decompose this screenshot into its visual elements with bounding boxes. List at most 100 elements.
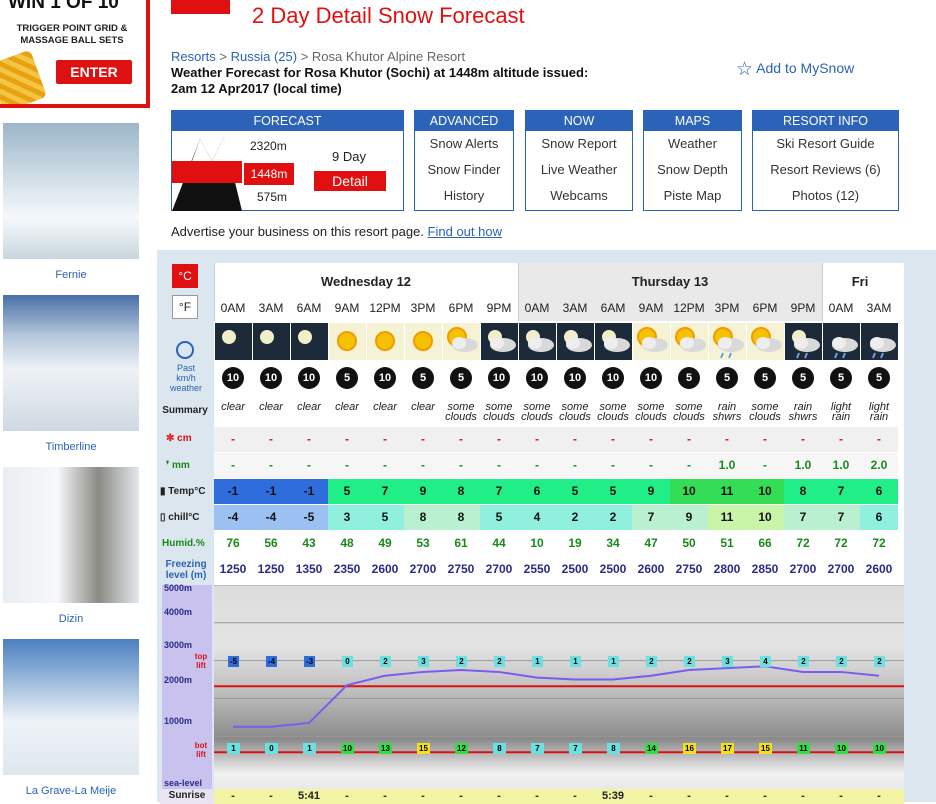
breadcrumb: Resorts > Russia (25) > Rosa Khutor Alpi… [171, 49, 466, 64]
elev-mid[interactable]: 1448m [244, 163, 294, 185]
chill-cell: -4 [252, 505, 290, 530]
time-label: 6PM [448, 301, 474, 315]
chill-cell: 7 [784, 505, 822, 530]
chill-cell: 7 [632, 505, 670, 530]
rain-cell: 1.0 [822, 453, 860, 478]
time-label: 9PM [486, 301, 512, 315]
resort-thumbnail-dizin[interactable] [3, 467, 139, 603]
time-label: 3AM [562, 301, 588, 315]
chill-unit-label: chill°C [168, 512, 200, 523]
nine-day-link[interactable]: 9 Day [332, 149, 366, 164]
resort-thumbnail-fernie[interactable] [3, 123, 139, 259]
snow-depth-link[interactable]: Snow Depth [644, 157, 741, 183]
temp-cell: 6 [860, 479, 898, 504]
time-label: 9AM [334, 301, 360, 315]
live-weather-link[interactable]: Live Weather [526, 157, 632, 183]
sunrise-cell: - [725, 790, 729, 802]
time-label: 0AM [828, 301, 854, 315]
piste-map-link[interactable]: Piste Map [644, 183, 741, 209]
resort-link-timberline[interactable]: Timberline [0, 441, 142, 453]
breadcrumb-resorts[interactable]: Resorts [171, 49, 216, 64]
photos-link[interactable]: Photos (12) [753, 183, 898, 209]
rain-cell: - [404, 453, 442, 478]
humid-cell: 61 [454, 536, 468, 550]
temp-cell: 7 [366, 479, 404, 504]
resort-link-fernie[interactable]: Fernie [0, 269, 142, 281]
snow-cell: - [708, 427, 746, 452]
rain-icon [861, 323, 898, 360]
suncloud-icon [671, 323, 708, 360]
bot-lift-temp: 8 [493, 743, 506, 754]
nav-forecast-header: FORECAST [172, 111, 403, 131]
chill-cell: 9 [670, 505, 708, 530]
wind-arrow-icon: 5 [412, 367, 434, 389]
temp-cell: 11 [708, 479, 746, 504]
clock-icon[interactable] [176, 341, 194, 359]
sunrise-cell: - [231, 790, 235, 802]
elev-bottom[interactable]: 575m [257, 190, 287, 204]
add-to-mysnow-link[interactable]: ☆ Add to MySnow [736, 58, 854, 81]
sunrise-cell: - [687, 790, 691, 802]
bot-lift-temp: 8 [607, 743, 620, 754]
wind-arrow-icon: 10 [526, 367, 548, 389]
snow-finder-link[interactable]: Snow Finder [415, 157, 513, 183]
time-label: 3PM [410, 301, 436, 315]
bot-lift-temp: 12 [455, 743, 468, 754]
alt-4000: 4000m [164, 607, 193, 617]
resort-link-la-grave[interactable]: La Grave-La Meije [0, 785, 142, 797]
ad-enter-button[interactable]: ENTER [56, 60, 132, 84]
summary-cell: some clouds [521, 401, 553, 423]
header-red-tab [171, 0, 230, 14]
snow-cell: - [822, 427, 860, 452]
time-label: 12PM [369, 301, 401, 315]
rain-cell: - [328, 453, 366, 478]
wind-arrow-icon: 5 [450, 367, 472, 389]
snow-cell: - [670, 427, 708, 452]
sunrise-cell: - [459, 790, 463, 802]
mooncloud-icon [481, 323, 518, 360]
wind-arrow-icon: 5 [792, 367, 814, 389]
summary-cell: some clouds [673, 401, 705, 423]
sunrise-cell: - [497, 790, 501, 802]
mountain-profile-chart [214, 585, 904, 790]
snow-alerts-link[interactable]: Snow Alerts [415, 131, 513, 157]
freezing-cell: 2550 [523, 562, 551, 576]
resort-thumbnail-la-grave[interactable] [3, 639, 139, 775]
humid-cell: 76 [226, 536, 240, 550]
wind-arrow-icon: 5 [336, 367, 358, 389]
nav-advanced-header: ADVANCED [415, 111, 513, 131]
promo-ad[interactable]: WIN 1 OF 10 TRIGGER POINT GRID & MASSAGE… [0, 0, 150, 108]
sunrise-cell: 5:41 [297, 790, 321, 802]
time-label: 6PM [752, 301, 778, 315]
nav-forecast-box: FORECAST 2320m 1448m 575m 9 Day Detail [171, 110, 404, 211]
past-weather-link[interactable]: Past km/h weather [162, 363, 210, 393]
massage-roller-image [0, 49, 48, 104]
bot-lift-temp: 1 [303, 743, 316, 754]
elev-top[interactable]: 2320m [250, 139, 287, 153]
suncloud-icon [443, 323, 480, 360]
rain-cell: 1.0 [784, 453, 822, 478]
humid-cell: 44 [492, 536, 506, 550]
nav-now-box: NOW Snow Report Live Weather Webcams [525, 110, 633, 211]
temp-cell: -1 [252, 479, 290, 504]
fahrenheit-toggle[interactable]: °F [172, 295, 198, 319]
resort-link-dizin[interactable]: Dizin [0, 613, 142, 625]
detail-button[interactable]: Detail [314, 171, 386, 191]
top-lift-temp: 2 [380, 656, 391, 667]
resort-reviews-link[interactable]: Resort Reviews (6) [753, 157, 898, 183]
find-out-how-link[interactable]: Find out how [428, 224, 502, 239]
snow-report-link[interactable]: Snow Report [526, 131, 632, 157]
history-link[interactable]: History [415, 183, 513, 209]
webcams-link[interactable]: Webcams [526, 183, 632, 209]
wind-arrow-icon: 5 [716, 367, 738, 389]
cm-label: cm [177, 433, 192, 444]
breadcrumb-russia[interactable]: Russia (25) [231, 49, 297, 64]
wind-arrow-icon: 5 [868, 367, 890, 389]
alt-1000: 1000m [164, 716, 193, 726]
ski-resort-guide-link[interactable]: Ski Resort Guide [753, 131, 898, 157]
temp-cell: -1 [290, 479, 328, 504]
summary-cell: some clouds [559, 401, 591, 423]
celsius-toggle[interactable]: °C [172, 264, 198, 288]
resort-thumbnail-timberline[interactable] [3, 295, 139, 431]
weather-map-link[interactable]: Weather [644, 131, 741, 157]
